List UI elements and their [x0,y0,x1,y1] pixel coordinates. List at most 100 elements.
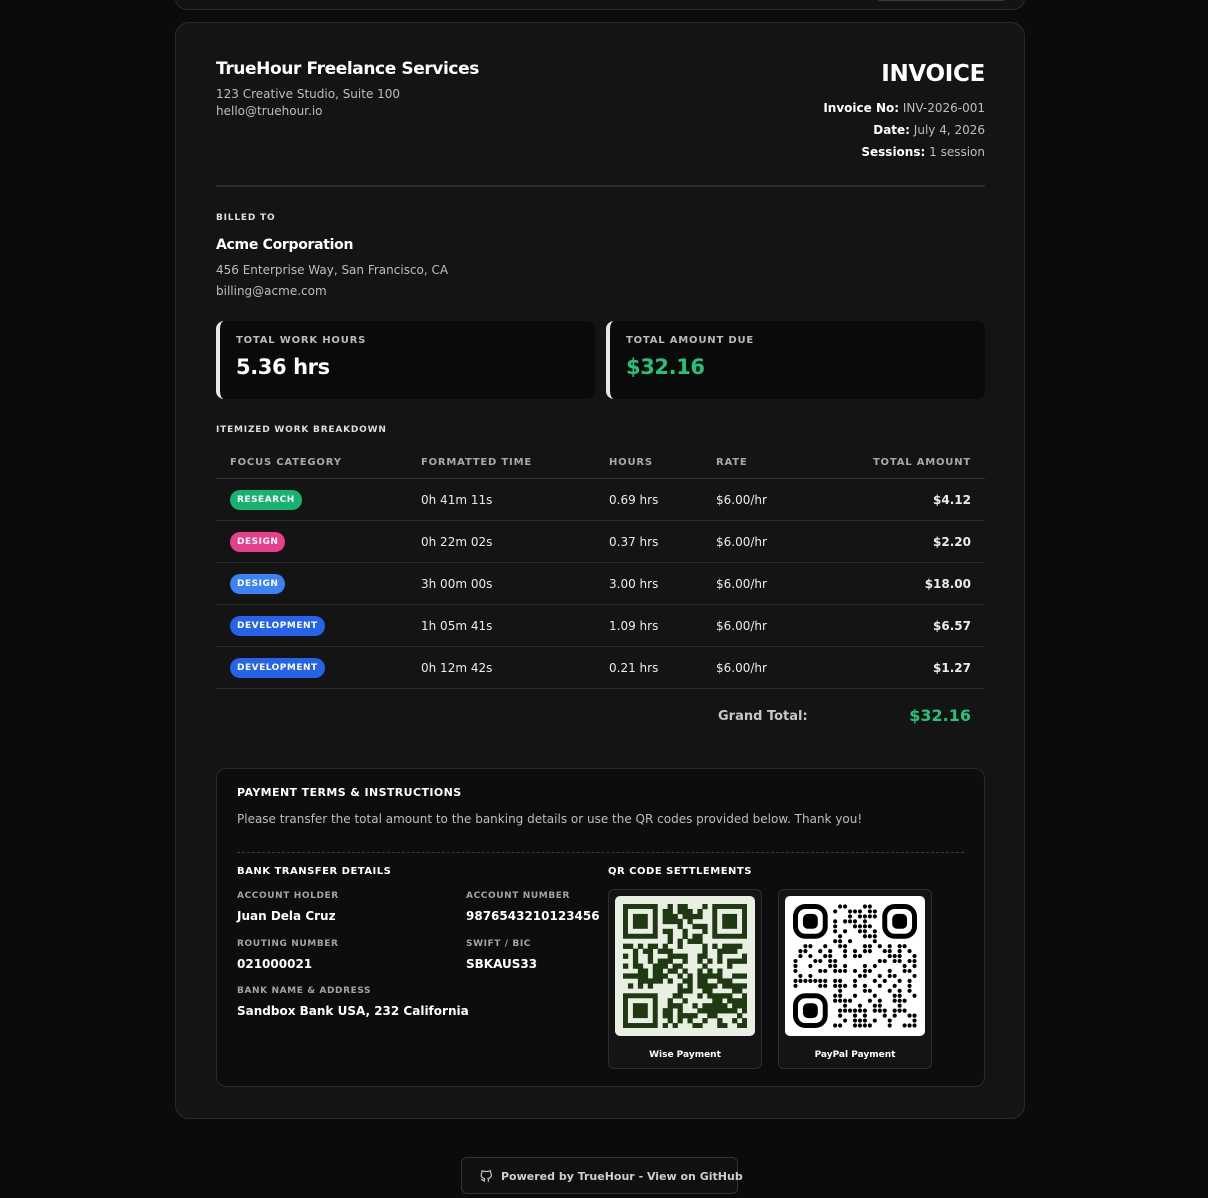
wise-qr-icon [623,904,747,1028]
qr-module [852,924,858,929]
github-link-button[interactable]: Powered by TrueHour - View on GitHub [461,1157,743,1194]
row-time: 3h 00m 00s [421,577,493,591]
qr-module [722,1003,728,1009]
client-name: Acme Corporation [216,237,354,253]
qr-module [702,1018,708,1024]
qr-module [677,918,683,925]
paypal-qr-code[interactable] [785,896,925,1036]
qr-module [742,1018,747,1024]
qr-module [742,1008,747,1014]
row-total: $2.20 [933,535,971,549]
total-hours-value: 5.36 hrs [236,355,330,379]
qr-module [682,1013,688,1019]
qr-module [632,963,639,969]
qr-module [892,953,897,959]
qr-module [687,988,693,994]
qr-module [737,1023,743,1028]
qr-module [637,978,644,984]
qr-module [902,963,907,969]
invoice-title: INVOICE [881,61,985,87]
invoice-number: Invoice No: INV-2026-001 [823,101,985,115]
qr-module [793,983,798,988]
qr-module [872,963,877,969]
qr-module [838,944,843,949]
qr-module [833,924,838,929]
qr-module [852,1008,858,1013]
row-hours: 1.09 hrs [609,619,659,633]
qr-module [677,1003,683,1009]
qr-module [867,909,872,914]
qr-module [838,988,843,993]
qr-module [818,978,823,983]
row-rate: $6.00/hr [716,619,767,633]
row-time: 1h 05m 41s [421,619,493,633]
payment-section: PAYMENT TERMS & INSTRUCTIONS Please tran… [216,768,985,1087]
qr-module [717,948,723,954]
category-badge: DEVELOPMENT [230,616,325,636]
qr-module [662,943,668,949]
qr-module [692,933,698,940]
qr-module [687,908,693,915]
row-hours: 0.69 hrs [609,493,659,507]
qr-module [647,948,654,954]
qr-module [717,978,723,984]
qr-module [892,973,897,979]
paypal-qr-card[interactable]: PayPal Payment [778,889,932,1069]
qr-module [872,934,877,939]
qr-module [667,978,673,984]
qr-module [887,949,892,954]
qr-module [852,983,858,988]
qr-module [642,973,649,979]
qr-module [732,948,738,954]
qr-module [808,973,813,979]
qr-module [897,944,902,949]
table-row: DEVELOPMENT 0h 12m 42s 0.21 hrs $6.00/hr… [216,647,985,689]
qr-module [657,958,663,964]
previous-card-edge [175,0,1025,10]
qr-module [857,909,863,914]
qr-module [707,1008,713,1014]
table-row: DESIGN 0h 22m 02s 0.37 hrs $6.00/hr $2.2… [216,521,985,563]
qr-module [667,968,673,974]
payment-divider [237,852,964,853]
qr-module [857,1018,863,1023]
qr-module [702,963,708,969]
qr-module [907,988,912,993]
qr-module [672,918,678,925]
qr-module [847,998,853,1003]
qr-module [877,973,882,979]
qr-module [732,973,738,979]
qr-module [793,958,798,964]
qr-module [857,973,863,979]
qr-module [912,953,917,959]
column-header: TOTAL AMOUNT [872,457,971,468]
qr-module [838,978,843,983]
qr-module [667,904,673,910]
wise-qr-code[interactable] [615,896,755,1036]
qr-module [742,958,747,964]
qr-module [907,1013,912,1018]
qr-module [828,963,833,969]
qr-module [717,1003,723,1009]
qr-module [732,1008,738,1014]
qr-module [862,929,868,934]
qr-module [912,1023,917,1028]
qr-finder-inner [632,913,648,929]
qr-finder-inner [802,913,818,929]
qr-module [702,943,708,949]
qr-module [838,904,843,909]
previous-card-control[interactable] [878,0,1004,1]
wise-qr-card[interactable]: Wise Payment [608,889,762,1069]
row-total: $6.57 [933,619,971,633]
row-hours: 3.00 hrs [609,577,659,591]
invoice-date-label: Date: [873,123,910,137]
qr-module [697,923,703,930]
qr-module [742,973,747,979]
qr-module [872,978,877,983]
qr-module [687,913,693,920]
qr-module [677,908,683,915]
qr-module [793,968,798,974]
qr-module [697,933,703,940]
qr-module [907,949,912,954]
bank-details-title: BANK TRANSFER DETAILS [237,866,392,877]
